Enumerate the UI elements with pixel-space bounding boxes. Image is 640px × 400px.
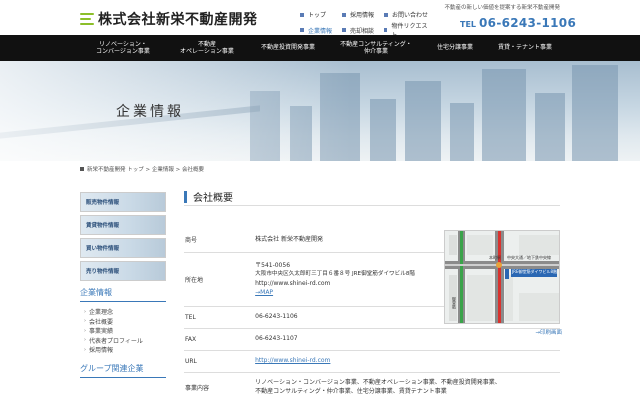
tel-number: 06-6243-1106 [479,16,577,30]
sidebar-item-overview[interactable]: › 会社概要 [80,317,166,327]
banner-sell-properties[interactable]: 売り物件情報 [80,261,166,281]
row-key: FAX [184,328,256,351]
table-row: 事業内容 リノベーション・コンバージョン事業、不動産オペレーション事業、不動産投… [184,372,560,400]
nav-housing[interactable]: 住宅分譲事業 [422,35,488,61]
title-bar-accent [184,190,187,203]
hero-banner: 企業情報 [0,61,640,161]
logo-text: 株式会社新栄不動産開発 [98,12,258,28]
section-title: 会社概要 [184,190,560,206]
row-key: 事業内容 [184,372,256,400]
square-bullet-icon [384,12,388,17]
row-key: URL [184,350,256,373]
site-header: 株式会社新栄不動産開発 不動産の新しい価値を提案する新栄不動産開発 トップ 採用… [0,0,640,39]
breadcrumb: 新栄不動産開発 トップ > 企業情報 > 会社概要 [80,165,204,173]
row-key: 商号 [184,228,256,253]
map-label-road: 中央大通／地下鉄中央線 [507,255,551,260]
sidebar-item-ceo-profile[interactable]: › 代表者プロフィール [80,336,166,346]
sidebar-item-philosophy[interactable]: › 企業理念 [80,307,166,317]
nav-rental[interactable]: 賃貸・テナント事業 [488,35,562,61]
page-title: 企業情報 [116,104,184,120]
nav-consulting[interactable]: 不動産コンサルティング・ 仲介事業 [330,35,422,61]
breadcrumb-text[interactable]: 新栄不動産開発 トップ > 企業情報 > 会社概要 [87,165,204,173]
square-bullet-icon [300,12,304,17]
nav-investment[interactable]: 不動産投資開発事業 [246,35,330,61]
map-label-station: 本町駅 [489,255,501,260]
sidebar-item-achievements[interactable]: › 事業実績 [80,326,166,336]
map-graphic [445,231,559,323]
row-key: 所在地 [184,252,256,307]
access-map[interactable]: 中央大通／地下鉄中央線 本町駅 JRE御堂筋ダイワビル8階 御堂筋 [444,230,560,324]
map-label-midosuji: 御堂筋 [452,297,457,309]
row-key: TEL [184,306,256,329]
arrow-right-icon: › [84,327,86,334]
url-link[interactable]: http://www.shinei-rd.com [255,357,330,364]
toplink-recruit[interactable]: 採用情報 [342,10,384,19]
row-value: http://www.shinei-rd.com [255,350,560,373]
square-bullet-icon [384,28,388,32]
main-content: 会社概要 商号 株式会社 新栄不動産開発 所在地 〒541-0056 大阪市中央… [184,190,562,400]
banner-rental-properties[interactable]: 賃貸物件情報 [80,215,166,235]
square-bullet-icon [342,12,346,17]
arrow-right-icon: › [84,318,86,325]
map-area: 中央大通／地下鉄中央線 本町駅 JRE御堂筋ダイワビル8階 御堂筋 →印刷画面 [444,230,562,336]
breadcrumb-icon [80,167,84,171]
banner-buy-properties[interactable]: 買い物件情報 [80,238,166,258]
header-tel[interactable]: TEL 06-6243-1106 [460,16,576,30]
hero-fade [0,61,640,161]
square-bullet-icon [342,28,346,32]
square-bullet-icon [300,28,304,32]
table-row: URL http://www.shinei-rd.com [184,350,560,373]
global-nav: リノベーション・ コンバージョン事業 不動産 オペレーション事業 不動産投資開発… [0,35,640,61]
tagline: 不動産の新しい価値を提案する新栄不動産開発 [444,5,560,11]
nav-operation[interactable]: 不動産 オペレーション事業 [168,35,246,61]
logo-mark-icon [80,13,94,25]
print-map-link[interactable]: →印刷画面 [444,328,562,336]
site-logo[interactable]: 株式会社新栄不動産開発 [80,9,258,29]
sidebar-item-recruit[interactable]: › 採用情報 [80,345,166,355]
toplink-contact[interactable]: お問い合わせ [384,10,428,19]
map-label-building: JRE御堂筋ダイワビル8階 [512,269,558,274]
arrow-right-icon: › [84,337,86,344]
nav-renovation[interactable]: リノベーション・ コンバージョン事業 [78,35,168,61]
sidebar-heading-group: グループ関連企業 [80,363,166,378]
sidebar: 販売物件情報 賃貸物件情報 買い物件情報 売り物件情報 企業情報 › 企業理念 ›… [80,192,166,378]
sidebar-heading-company: 企業情報 [80,287,166,302]
toplink-top[interactable]: トップ [300,10,342,19]
row-value: リノベーション・コンバージョン事業、不動産オペレーション事業、不動産投資開発事業… [255,372,560,400]
tel-label: TEL [460,20,477,29]
banner-sale-properties[interactable]: 販売物件情報 [80,192,166,212]
arrow-right-icon: › [84,308,86,315]
arrow-right-icon: › [84,346,86,353]
